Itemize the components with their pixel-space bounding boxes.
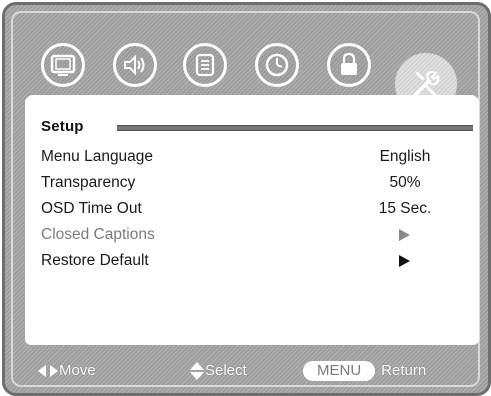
title-divider <box>117 125 473 131</box>
setup-menu-panel: Setup Menu Language English Transparency… <box>25 95 479 345</box>
hint-select-label: Select <box>205 362 247 379</box>
document-icon <box>195 53 215 77</box>
menu-item-restore-default[interactable]: Restore Default <box>25 249 479 273</box>
category-tab-bar <box>5 5 488 115</box>
osd-menu-frame: Setup Menu Language English Transparency… <box>2 2 491 396</box>
tab-audio[interactable] <box>113 43 157 87</box>
panel-title: Setup <box>41 118 84 135</box>
menu-item-label: Closed Captions <box>41 226 155 243</box>
hint-select: Select <box>189 361 247 381</box>
clock-icon <box>265 53 289 77</box>
tab-picture[interactable] <box>41 43 85 87</box>
menu-item-menu-language[interactable]: Menu Language English <box>25 145 479 169</box>
menu-item-osd-time-out[interactable]: OSD Time Out 15 Sec. <box>25 197 479 221</box>
menu-item-value: 15 Sec. <box>378 200 432 217</box>
menu-item-transparency[interactable]: Transparency 50% <box>25 171 479 195</box>
up-down-arrows-icon <box>190 362 204 380</box>
menu-item-closed-captions[interactable]: Closed Captions <box>25 223 479 247</box>
speaker-icon <box>124 54 145 76</box>
menu-item-value: English <box>379 148 431 165</box>
display-icon <box>50 54 76 76</box>
menu-item-label: Menu Language <box>41 148 154 165</box>
hint-return: MENU Return <box>303 361 426 381</box>
hint-move: Move <box>37 361 96 381</box>
left-right-arrows-icon <box>38 365 58 377</box>
menu-item-label: Restore Default <box>41 252 149 269</box>
tab-time[interactable] <box>255 43 299 87</box>
tab-lock[interactable] <box>327 43 371 87</box>
hint-return-label: Return <box>381 362 427 379</box>
submenu-arrow-icon <box>399 229 410 241</box>
menu-item-label: OSD Time Out <box>41 200 142 217</box>
menu-item-value: 50% <box>389 174 421 191</box>
menu-item-label: Transparency <box>41 174 136 191</box>
hint-move-label: Move <box>59 362 96 379</box>
lock-icon <box>341 52 357 75</box>
menu-key-badge: MENU <box>303 361 376 381</box>
navigation-hint-bar: Move Select MENU Return <box>5 353 488 387</box>
tab-channel[interactable] <box>183 43 227 87</box>
submenu-arrow-icon <box>399 255 410 267</box>
